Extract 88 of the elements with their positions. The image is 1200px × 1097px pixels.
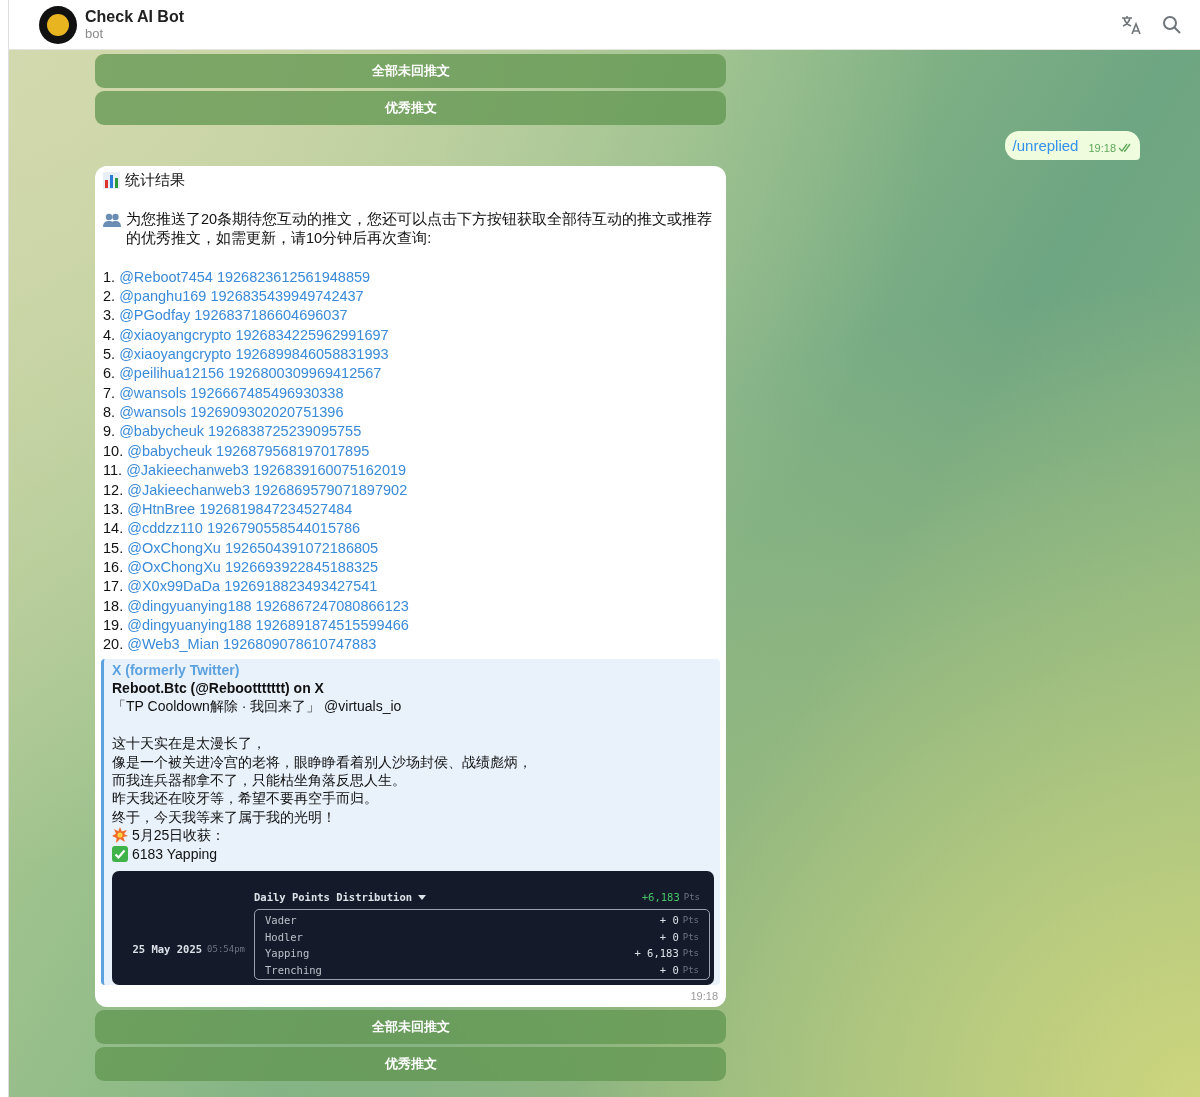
points-value: + 6,183 [634, 946, 679, 962]
tweet-link[interactable]: @OxChongXu 1926504391072186805 [127, 539, 379, 556]
tweet-link[interactable]: @X0x99DaDa 1926918823493427541 [127, 578, 378, 595]
tweet-link[interactable]: @wansols 1926667485496930338 [119, 384, 344, 401]
tweet-link[interactable]: @babycheuk 1926838725239095755 [119, 423, 362, 440]
keyboard-button[interactable]: 优秀推文 [95, 91, 726, 125]
bar-chart-icon [103, 172, 120, 190]
link-preview[interactable] [101, 658, 720, 986]
tweet-link[interactable]: @peilihua12156 1926800309969412567 [119, 365, 382, 382]
points-value: + 0 [659, 962, 679, 978]
message-title: 统计结果 [125, 171, 185, 190]
keyboard-button[interactable]: 全部未回推文 [95, 54, 726, 88]
preview-text: 昨天我还在咬牙等，希望不要再空手而归。 [112, 789, 378, 808]
tweet-link[interactable]: @Jakieechanweb3 1926869579071897902 [127, 481, 408, 498]
list-number: 2. [103, 288, 116, 305]
points-total: +6,183 [641, 889, 680, 905]
points-label: Hodler [265, 929, 303, 945]
list-number: 12. [103, 481, 124, 498]
tweet-link[interactable]: @Reboot7454 1926823612561948859 [119, 268, 371, 285]
preview-text: 像是一个被关进冷宫的老将，眼睁睁看着别人沙场封侯、战绩彪炳， [112, 752, 532, 771]
list-number: 10. [103, 442, 124, 459]
list-number: 5. [103, 346, 116, 363]
time-text: 05:54pm [207, 942, 245, 956]
preview-site: X (formerly Twitter) [112, 660, 241, 679]
list-number: 17. [103, 578, 124, 595]
message-time: 19:18 [1088, 141, 1116, 155]
tweet-link[interactable]: @HtnBree 1926819847234527484 [127, 500, 353, 517]
search-icon[interactable] [1162, 14, 1182, 35]
list-number: 15. [103, 539, 124, 556]
burst-icon [112, 827, 128, 844]
list-number: 18. [103, 597, 124, 614]
keyboard-button[interactable]: 全部未回推文 [95, 1010, 726, 1045]
tweet-link[interactable]: @wansols 1926909302020751396 [119, 404, 344, 421]
chart-heading: Daily Points Distribution [254, 889, 413, 905]
preview-text: 5月25日收获： [132, 826, 226, 845]
points-value: + 0 [659, 913, 679, 929]
tweet-link[interactable]: @OxChongXu 1926693922845188325 [127, 558, 379, 575]
points-unit: Pts [682, 914, 699, 928]
date-text: 25 May 2025 [132, 941, 203, 957]
preview-text: 而我连兵器都拿不了，只能枯坐角落反思人生。 [112, 771, 406, 790]
list-number: 11. [103, 462, 123, 479]
tweet-link[interactable]: @cddzz110 1926790558544015786 [127, 520, 361, 537]
tweet-link[interactable]: @babycheuk 1926879568197017895 [127, 442, 370, 459]
list-number: 3. [103, 307, 116, 324]
list-number: 13. [103, 500, 124, 517]
tweet-link[interactable]: @dingyuanying188 1926867247080866123 [127, 597, 409, 614]
preview-text: 6183 Yapping [132, 844, 218, 864]
tweet-link[interactable]: @Jakieechanweb3 1926839160075162019 [126, 462, 407, 479]
list-number: 20. [103, 636, 124, 653]
points-value: + 0 [659, 929, 679, 945]
command-link[interactable]: /unreplied [1012, 136, 1079, 155]
points-unit: Pts [682, 930, 699, 944]
tweet-link[interactable]: @xiaoyangcrypto 1926834225962991697 [119, 326, 389, 343]
list-number: 4. [103, 326, 116, 343]
chat-subtitle: bot [85, 26, 105, 42]
list-number: 16. [103, 558, 124, 575]
list-number: 14. [103, 520, 124, 537]
points-unit: Pts [683, 890, 700, 904]
avatar [39, 5, 77, 44]
list-number: 9. [103, 423, 116, 440]
tweet-link[interactable]: @PGodfay 1926837186604696037 [119, 307, 348, 324]
list-number: 6. [103, 365, 116, 382]
tweet-link[interactable]: @xiaoyangcrypto 1926899846058831993 [119, 346, 389, 363]
caret-icon [418, 894, 427, 900]
tweet-link[interactable]: @dingyuanying188 1926891874515599466 [127, 616, 409, 633]
preview-text: 终于，今天我等来了属于我的光明！ [112, 807, 336, 827]
points-unit: Pts [682, 947, 699, 961]
message-time: 19:18 [690, 990, 718, 1003]
points-unit: Pts [682, 963, 699, 977]
list-number: 8. [103, 404, 116, 421]
list-number: 19. [103, 616, 124, 633]
translate-icon[interactable] [1120, 13, 1142, 36]
tweet-link[interactable]: @Web3_Mian 1926809078610747883 [127, 636, 377, 653]
keyboard-button[interactable]: 优秀推文 [95, 1047, 726, 1082]
tweet-link[interactable]: @panghu169 1926835439949742437 [119, 288, 364, 305]
points-label: Vader [265, 913, 297, 929]
intro-text: 为您推送了20条期待您互动的推文，您还可以点击下方按钮获取全部待互动的推文或推荐的优秀推文，如需更新，请10分钟后再次查询: [126, 209, 714, 249]
points-label: Yapping [265, 946, 310, 962]
preview-text: 这十天实在是太漫长了， [112, 734, 266, 753]
preview-title: Reboot.Btc (@Reboottttttt) on X [112, 679, 325, 698]
check-icon [112, 845, 128, 862]
double-check-icon [1118, 143, 1132, 153]
people-icon [103, 212, 121, 227]
points-label: Trenching [265, 962, 322, 978]
list-number: 1. [103, 268, 116, 285]
chat-title: Check AI Bot [85, 7, 184, 26]
preview-text: 「TP Cooldown解除 · 我回来了」 @virtuals_io [112, 697, 402, 716]
list-number: 7. [103, 384, 116, 401]
